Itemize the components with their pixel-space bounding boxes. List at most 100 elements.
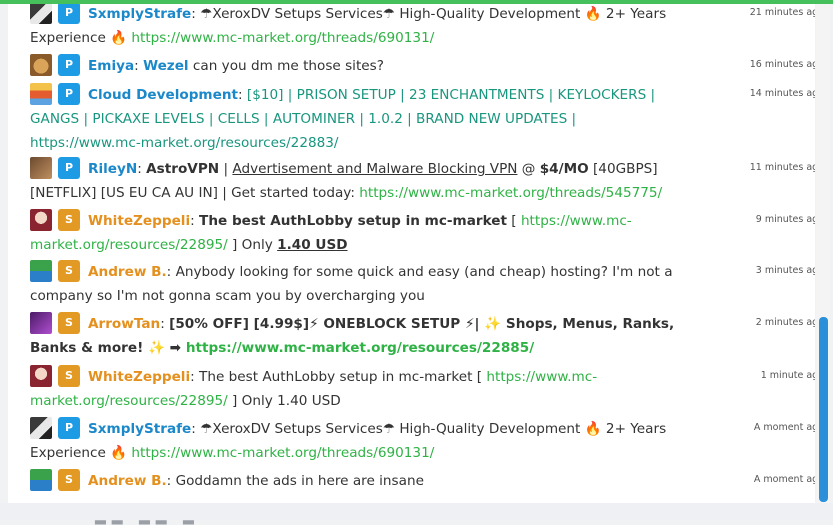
username-link[interactable]: ArrowTan <box>88 316 160 332</box>
creeper-avatar[interactable] <box>30 260 52 282</box>
message-text: 1.40 USD <box>277 237 348 253</box>
rank-badge: S <box>58 365 80 387</box>
chat-message: S ArrowTan: [50% OFF] [4.99$]⚡ ONEBLOCK S… <box>8 312 815 360</box>
message-text: company so I'm not gonna scam you by ove… <box>30 288 425 304</box>
scrollbar-thumb[interactable] <box>819 317 828 502</box>
message-line: [NETFLIX] [US EU CA AU IN] | Get started… <box>30 181 720 205</box>
message-text: : <box>238 87 247 103</box>
message-text: [ <box>506 213 521 229</box>
message-text: Experience 🔥 <box>30 30 132 46</box>
rank-badge: P <box>58 157 80 179</box>
message-line: https://www.mc-market.org/resources/2288… <box>30 131 720 155</box>
message-line: Banks & more! ✨ ➡ https://www.mc-market.… <box>30 336 720 360</box>
message-text: can you dm me those sites? <box>188 58 384 74</box>
message-text: : <box>137 161 147 177</box>
message-line: market.org/resources/22895/ ] Only 1.40 … <box>30 389 720 413</box>
username-link[interactable]: Emiya <box>88 58 134 74</box>
creeper-avatar[interactable] <box>30 469 52 491</box>
message-text: ] Only 1.40 USD <box>227 393 341 409</box>
message-link[interactable]: GANGS | PICKAXE LEVELS | CELLS | AUTOMIN… <box>30 111 576 127</box>
rank-badge: S <box>58 312 80 334</box>
chat-message: P Emiya: Wezel can you dm me those sites?… <box>8 54 815 78</box>
message-timestamp: 9 minutes ago <box>755 214 815 225</box>
message-text: @ <box>517 161 540 177</box>
shoutbox-panel: P SxmplyStrafe: ☂XeroxDV Setups Services☂… <box>8 0 815 503</box>
chat-message: S WhiteZeppeli: The best AuthLobby setup … <box>8 365 815 413</box>
message-text: $4/MO <box>539 161 589 177</box>
message-text: Experience 🔥 <box>30 445 132 461</box>
dog-avatar[interactable] <box>30 54 52 76</box>
rank-badge: P <box>58 83 80 105</box>
message-line: S WhiteZeppeli: The best AuthLobby setup … <box>30 209 720 233</box>
message-line: company so I'm not gonna scam you by ove… <box>30 284 720 308</box>
message-line: S WhiteZeppeli: The best AuthLobby setup … <box>30 365 720 389</box>
message-link[interactable]: https://www.mc-market.org/threads/690131… <box>131 445 434 461</box>
message-timestamp: 16 minutes ago <box>749 59 815 70</box>
username-link[interactable]: SxmplyStrafe <box>88 421 191 437</box>
message-text: [50% OFF] [4.99$]⚡ ONEBLOCK SETUP ⚡| ✨ S… <box>169 316 675 332</box>
username-link[interactable]: Andrew B. <box>88 473 167 489</box>
rank-badge: P <box>58 417 80 439</box>
message-timestamp: 1 minute ago <box>760 370 815 381</box>
chat-message: S Andrew B.: Anybody looking for some qui… <box>8 260 815 308</box>
rank-badge: S <box>58 469 80 491</box>
message-link[interactable]: [$10] | PRISON SETUP | 23 ENCHANTMENTS |… <box>247 87 655 103</box>
rank-badge: P <box>58 54 80 76</box>
message-text[interactable]: Wezel <box>143 58 189 74</box>
username-link[interactable]: RileyN <box>88 161 137 177</box>
anime-avatar[interactable] <box>30 209 52 231</box>
username-link[interactable]: Cloud Development <box>88 87 238 103</box>
message-timestamp: 14 minutes ago <box>749 88 815 99</box>
message-line: P SxmplyStrafe: ☂XeroxDV Setups Services☂… <box>30 417 720 441</box>
anime-avatar[interactable] <box>30 365 52 387</box>
message-line: P Emiya: Wezel can you dm me those sites? <box>30 54 720 78</box>
panda-avatar[interactable] <box>30 2 52 24</box>
message-timestamp: A moment ago <box>753 474 815 485</box>
chat-message: P SxmplyStrafe: ☂XeroxDV Setups Services☂… <box>8 2 815 50</box>
message-link[interactable]: market.org/resources/22895/ <box>30 237 228 253</box>
message-text: : ☂XeroxDV Setups Services☂ High-Quality… <box>191 6 667 22</box>
username-link[interactable]: Andrew B. <box>88 264 167 280</box>
message-link[interactable]: https://www.mc-market.org/resources/2288… <box>30 135 339 151</box>
chat-message: S WhiteZeppeli: The best AuthLobby setup … <box>8 209 815 257</box>
message-text: : The best AuthLobby setup in mc-market … <box>190 369 487 385</box>
message-link[interactable]: https://www.mc-market.org/threads/690131… <box>131 30 434 46</box>
message-line: P Cloud Development: [$10] | PRISON SETUP… <box>30 83 720 107</box>
message-link[interactable]: https://www.mc- <box>486 369 597 385</box>
message-line: S ArrowTan: [50% OFF] [4.99$]⚡ ONEBLOCK S… <box>30 312 720 336</box>
message-link[interactable]: market.org/resources/22895/ <box>30 393 228 409</box>
pixel-avatar[interactable] <box>30 83 52 105</box>
message-timestamp: A moment ago <box>753 422 815 433</box>
message-text: : ☂XeroxDV Setups Services☂ High-Quality… <box>191 421 667 437</box>
chat-message: P Cloud Development: [$10] | PRISON SETUP… <box>8 83 815 155</box>
message-line: S Andrew B.: Anybody looking for some qui… <box>30 260 720 284</box>
username-link[interactable]: SxmplyStrafe <box>88 6 191 22</box>
message-link[interactable]: https://www.mc-market.org/threads/545775… <box>359 185 662 201</box>
message-text: : Anybody looking for some quick and eas… <box>166 264 673 280</box>
person-avatar[interactable] <box>30 157 52 179</box>
message-text: The best AuthLobby setup in mc-market <box>199 213 507 229</box>
message-line: Experience 🔥 https://www.mc-market.org/t… <box>30 26 720 50</box>
message-link[interactable]: https://www.mc- <box>521 213 632 229</box>
message-text: : <box>160 316 170 332</box>
message-timestamp: 11 minutes ago <box>749 162 815 173</box>
rank-badge: S <box>58 260 80 282</box>
message-text: Banks & more! ✨ ➡ <box>30 340 186 356</box>
chat-message: S Andrew B.: Goddamn the ads in here are … <box>8 469 815 493</box>
message-text: Advertisement and Malware Blocking VPN <box>232 161 518 177</box>
message-text: : <box>134 58 144 74</box>
message-link[interactable]: https://www.mc-market.org/resources/2288… <box>186 340 534 356</box>
message-text: [NETFLIX] [US EU CA AU IN] | Get started… <box>30 185 360 201</box>
footer-strip: ▂▂ ▂▂ ▂ <box>0 503 833 525</box>
purple-avatar[interactable] <box>30 312 52 334</box>
username-link[interactable]: WhiteZeppeli <box>88 213 190 229</box>
panda-avatar[interactable] <box>30 417 52 439</box>
username-link[interactable]: WhiteZeppeli <box>88 369 190 385</box>
message-line: P SxmplyStrafe: ☂XeroxDV Setups Services☂… <box>30 2 720 26</box>
rank-badge: P <box>58 2 80 24</box>
message-text: ] Only <box>227 237 278 253</box>
message-text: AstroVPN <box>146 161 220 177</box>
message-line: S Andrew B.: Goddamn the ads in here are … <box>30 469 720 493</box>
chat-message: P SxmplyStrafe: ☂XeroxDV Setups Services☂… <box>8 417 815 465</box>
message-text: | <box>219 161 233 177</box>
